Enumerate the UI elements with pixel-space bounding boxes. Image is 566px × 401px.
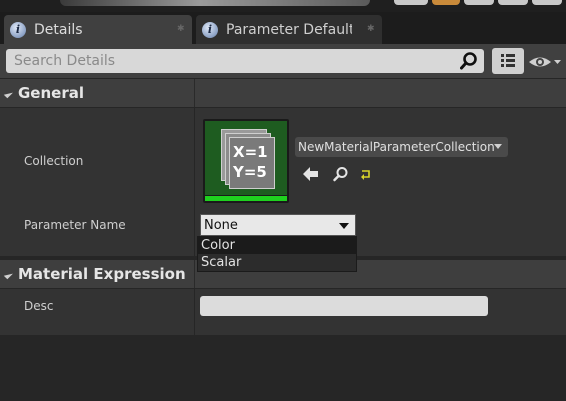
section-header-general[interactable]: General (0, 79, 566, 107)
toolbar-button-fragment[interactable] (498, 0, 528, 5)
asset-type-color-bar (205, 196, 287, 201)
tab-details[interactable]: i Details ✱ (4, 15, 192, 44)
use-selected-arrow-icon[interactable] (302, 166, 320, 182)
column-divider[interactable] (194, 289, 195, 335)
collapse-triangle-icon (3, 89, 13, 99)
parameter-name-label: Parameter Name (24, 218, 126, 232)
section-title: General (18, 84, 84, 102)
tab-bar: i Details ✱ i Parameter Defaults ✱ (0, 12, 566, 44)
parameter-collection-icon: X=1 Y=5 (205, 121, 287, 195)
collection-asset-combo[interactable]: NewMaterialParameterCollection (295, 137, 508, 157)
thumbnail-text-y: Y=5 (233, 163, 267, 181)
chevron-down-icon (494, 144, 502, 149)
tab-parameter-defaults[interactable]: i Parameter Defaults ✱ (196, 15, 382, 44)
collection-thumbnail[interactable]: X=1 Y=5 (203, 119, 289, 203)
collection-value: NewMaterialParameterCollection (298, 140, 495, 154)
eye-icon (529, 57, 561, 67)
tab-details-label: Details (34, 21, 83, 38)
column-divider (194, 79, 195, 107)
chevron-down-icon (339, 223, 349, 229)
desc-input[interactable] (200, 296, 488, 316)
toolbar-button-fragment[interactable] (432, 0, 460, 5)
grid-view-icon (501, 54, 515, 67)
search-input[interactable] (6, 49, 484, 73)
section-title: Material Expression (18, 265, 186, 283)
reset-icon[interactable] (360, 168, 372, 180)
toolbar-button-fragment[interactable] (394, 0, 428, 5)
top-toolbar-fragment (0, 0, 566, 12)
thumbnail-text-x: X=1 (233, 143, 268, 161)
dropdown-option-scalar[interactable]: Scalar (198, 254, 356, 271)
parameter-name-value: None (204, 217, 238, 233)
info-icon: i (10, 21, 26, 38)
search-icon[interactable] (460, 52, 478, 70)
grid-view-button[interactable] (492, 48, 524, 74)
column-divider (194, 260, 195, 288)
parameter-name-dropdown: Color Scalar (197, 236, 357, 272)
desc-label: Desc (24, 299, 54, 313)
details-toolbar (0, 44, 566, 78)
toolbar-button-fragment[interactable] (464, 0, 494, 5)
collapse-triangle-icon (3, 270, 13, 280)
collection-label: Collection (24, 154, 84, 168)
close-icon[interactable]: ✱ (367, 25, 375, 34)
view-options-button[interactable] (528, 52, 562, 72)
browse-magnifier-icon[interactable] (332, 166, 350, 182)
column-divider[interactable] (194, 108, 195, 256)
tab-parameter-defaults-label: Parameter Defaults (226, 21, 352, 38)
info-icon: i (202, 21, 218, 38)
close-icon[interactable]: ✱ (177, 25, 185, 34)
dropdown-option-color[interactable]: Color (198, 237, 356, 254)
viewport-fragment (60, 0, 370, 6)
parameter-name-combo[interactable]: None (200, 214, 356, 236)
toolbar-button-fragment[interactable] (532, 0, 562, 5)
